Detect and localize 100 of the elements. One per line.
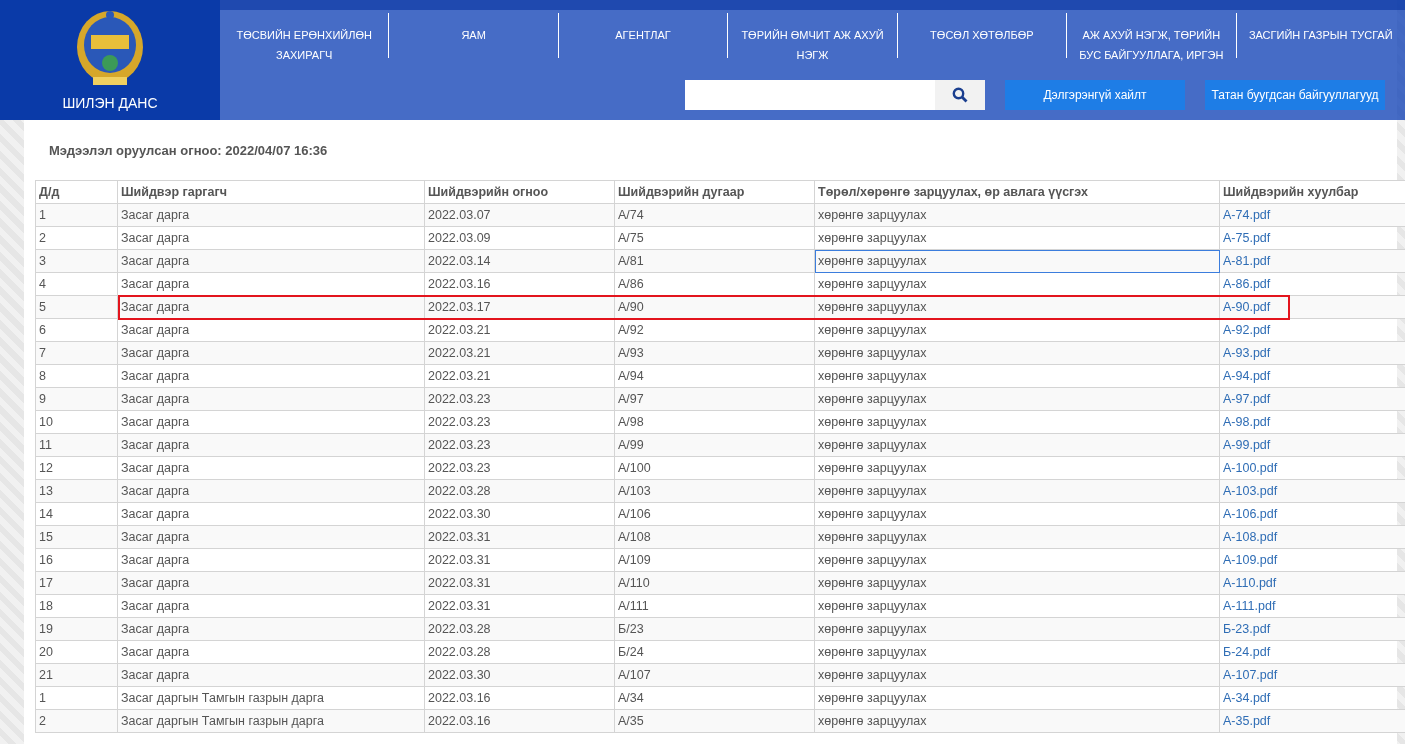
table-cell: 8 — [35, 364, 118, 388]
pdf-link[interactable]: А-108.pdf — [1223, 530, 1278, 544]
table-cell: 2022.03.09 — [424, 226, 615, 250]
pdf-link[interactable]: А-75.pdf — [1223, 231, 1271, 245]
advanced-search-button[interactable]: Дэлгэрэнгүй хайлт — [1005, 80, 1185, 110]
table-cell: хөрөнгө зарцуулах — [814, 249, 1220, 273]
column-header[interactable]: Шийдвэрийн дугаар — [614, 180, 815, 204]
table-cell: 11 — [35, 433, 118, 457]
nav-item[interactable]: ЗАСГИЙН ГАЗРЫН ТУСГАЙ — [1236, 10, 1405, 70]
pdf-link[interactable]: А-99.pdf — [1223, 438, 1271, 452]
nav-item[interactable]: ТӨСВИЙН ЕРӨНХИЙЛӨН ЗАХИРАГЧ — [220, 10, 389, 70]
pdf-link[interactable]: А-86.pdf — [1223, 277, 1271, 291]
pdf-link[interactable]: А-35.pdf — [1223, 714, 1271, 728]
table-cell: хөрөнгө зарцуулах — [814, 594, 1220, 618]
column-header[interactable]: Шийдвэрийн хуулбар — [1219, 180, 1405, 204]
pdf-link[interactable]: А-90.pdf — [1223, 300, 1271, 314]
pdf-link[interactable]: А-98.pdf — [1223, 415, 1271, 429]
table-cell: хөрөнгө зарцуулах — [814, 548, 1220, 572]
table-cell: Б/23 — [614, 617, 815, 641]
table-cell: 1 — [35, 203, 118, 227]
pdf-link[interactable]: А-111.pdf — [1223, 599, 1276, 613]
pdf-link[interactable]: А-94.pdf — [1223, 369, 1271, 383]
pdf-link[interactable]: А-107.pdf — [1223, 668, 1278, 682]
table-cell: 2022.03.21 — [424, 318, 615, 342]
table-cell: 10 — [35, 410, 118, 434]
pdf-link[interactable]: А-110.pdf — [1223, 576, 1277, 590]
logo-panel[interactable]: ШИЛЭН ДАНС — [0, 0, 220, 120]
search-icon — [952, 87, 968, 103]
pdf-link[interactable]: А-92.pdf — [1223, 323, 1271, 337]
table-cell: Б/24 — [614, 640, 815, 664]
table-cell: хөрөнгө зарцуулах — [814, 525, 1220, 549]
table-cell: Засаг дарга — [117, 663, 425, 687]
pdf-link[interactable]: А-103.pdf — [1223, 484, 1278, 498]
nav-item[interactable]: ТӨСӨЛ ХӨТӨЛБӨР — [897, 10, 1067, 70]
table-cell: 2022.03.30 — [424, 663, 615, 687]
table-cell: хөрөнгө зарцуулах — [814, 410, 1220, 434]
table-cell: 2022.03.23 — [424, 387, 615, 411]
table-cell: хөрөнгө зарцуулах — [814, 571, 1220, 595]
column-header[interactable]: Шийдвэрийн огноо — [424, 180, 615, 204]
pdf-link[interactable]: Б-23.pdf — [1223, 622, 1271, 636]
table-cell: хөрөнгө зарцуулах — [814, 617, 1220, 641]
table-cell: хөрөнгө зарцуулах — [814, 663, 1220, 687]
table-cell: Засаг дарга — [117, 387, 425, 411]
table-cell: хөрөнгө зарцуулах — [814, 479, 1220, 503]
table-cell: 12 — [35, 456, 118, 480]
table-cell: 2022.03.16 — [424, 686, 615, 710]
table-cell: А/81 — [614, 249, 815, 273]
pdf-link[interactable]: Б-24.pdf — [1223, 645, 1271, 659]
pdf-link[interactable]: А-97.pdf — [1223, 392, 1271, 406]
nav-item[interactable]: АЖ АХУЙ НЭГЖ, ТӨРИЙН БУС БАЙГУУЛЛАГА, ИРГЭН — [1067, 10, 1236, 70]
column-header[interactable]: Шийдвэр гаргагч — [117, 180, 425, 204]
table-cell: Засаг дарга — [117, 571, 425, 595]
table-cell: хөрөнгө зарцуулах — [814, 709, 1220, 733]
table-cell: А/107 — [614, 663, 815, 687]
table-cell: А/110 — [614, 571, 815, 595]
table-cell: хөрөнгө зарцуулах — [814, 318, 1220, 342]
table-cell: 17 — [35, 571, 118, 595]
pdf-link[interactable]: А-93.pdf — [1223, 346, 1271, 360]
table-cell: Засаг дарга — [117, 502, 425, 526]
table-cell: А/90 — [614, 295, 815, 319]
table-cell: 2022.03.30 — [424, 502, 615, 526]
table-cell: 2 — [35, 226, 118, 250]
nav-item[interactable]: ЯАМ — [389, 10, 558, 70]
table-cell: хөрөнгө зарцуулах — [814, 456, 1220, 480]
table-cell: А/75 — [614, 226, 815, 250]
table-cell: А/34 — [614, 686, 815, 710]
liquidated-organizations-button[interactable]: Татан буугдсан байгууллагууд — [1205, 80, 1385, 110]
table-cell: 2 — [35, 709, 118, 733]
search-button[interactable] — [935, 80, 985, 110]
nav-item[interactable]: АГЕНТЛАГ — [558, 10, 728, 70]
pdf-link[interactable]: А-34.pdf — [1223, 691, 1271, 705]
table-cell: Засаг дарга — [117, 318, 425, 342]
table-cell: 9 — [35, 387, 118, 411]
table-cell: 1 — [35, 686, 118, 710]
pdf-link[interactable]: А-109.pdf — [1223, 553, 1278, 567]
table-cell: 2022.03.23 — [424, 456, 615, 480]
table-cell: 2022.03.31 — [424, 594, 615, 618]
table-cell: 2022.03.28 — [424, 640, 615, 664]
nav-item[interactable]: ТӨРИЙН ӨМЧИТ АЖ АХУЙ НЭГЖ — [728, 10, 897, 70]
pdf-link[interactable]: А-106.pdf — [1223, 507, 1278, 521]
table-cell: А/99 — [614, 433, 815, 457]
table-cell: 14 — [35, 502, 118, 526]
table-cell: Засаг дарга — [117, 295, 425, 319]
pdf-link[interactable]: А-100.pdf — [1223, 461, 1278, 475]
table-cell: 5 — [35, 295, 118, 319]
column-header[interactable]: Д/д — [35, 180, 118, 204]
table-cell: 6 — [35, 318, 118, 342]
table-cell: А/93 — [614, 341, 815, 365]
table-cell: 2022.03.31 — [424, 571, 615, 595]
table-cell: хөрөнгө зарцуулах — [814, 387, 1220, 411]
table-cell: Засаг дарга — [117, 617, 425, 641]
table-cell: Засаг дарга — [117, 594, 425, 618]
table-cell: Засаг дарга — [117, 525, 425, 549]
table-cell: Засаг дарга — [117, 226, 425, 250]
column-header[interactable]: Төрөл/хөрөнгө зарцуулах, өр авлага үүсгэх — [814, 180, 1220, 204]
table-cell: Засаг дарга — [117, 640, 425, 664]
pdf-link[interactable]: А-74.pdf — [1223, 208, 1271, 222]
table-cell: А/100 — [614, 456, 815, 480]
pdf-link[interactable]: А-81.pdf — [1223, 254, 1271, 268]
updated-date: Мэдээлэл оруулсан огноо: 2022/04/07 16:36 — [49, 143, 328, 158]
